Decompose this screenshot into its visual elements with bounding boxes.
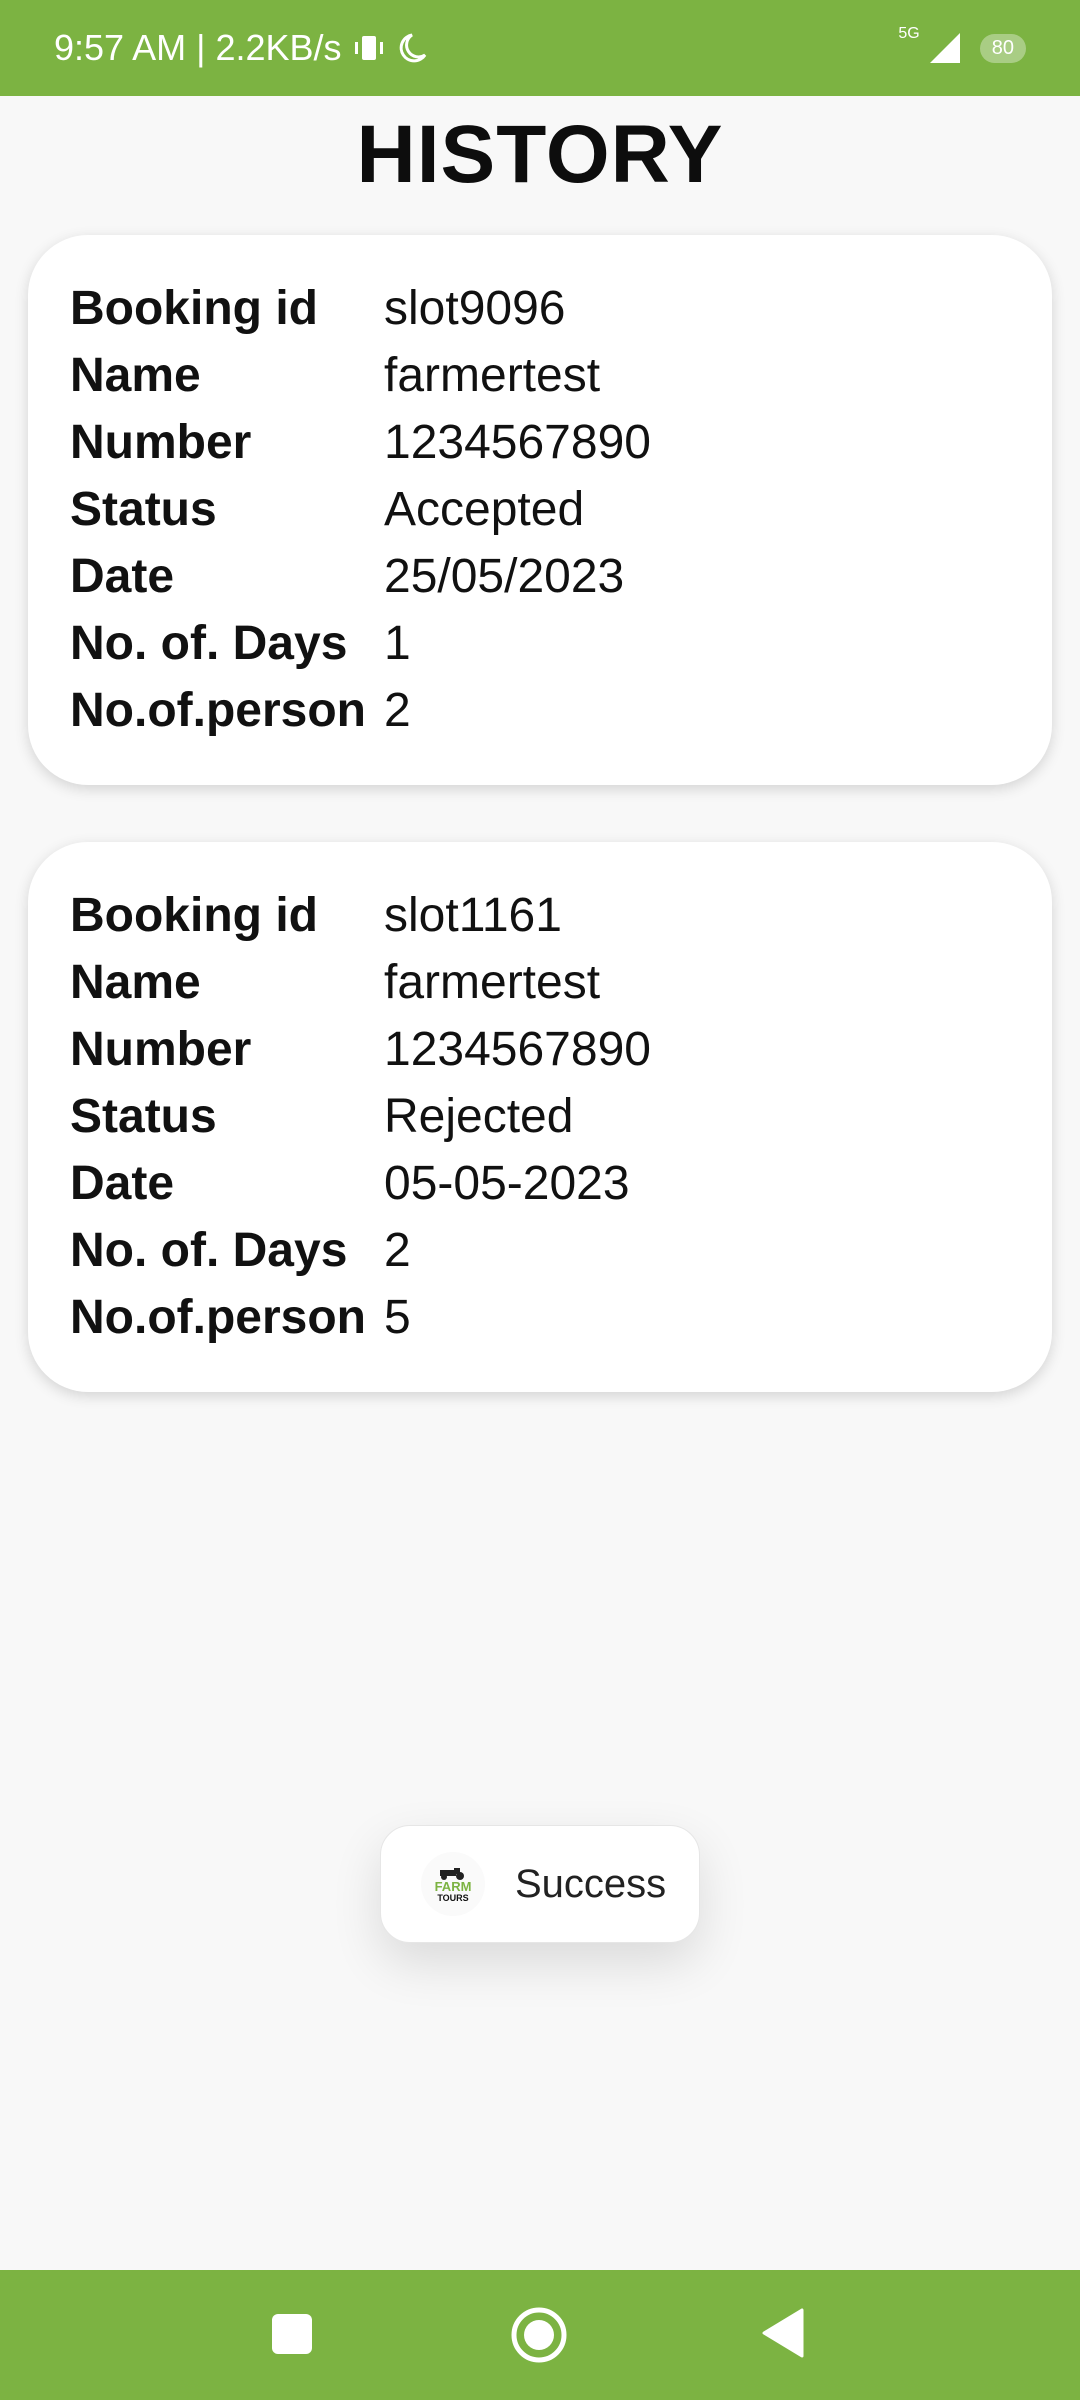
number-label: Number xyxy=(70,416,252,469)
days-row: No. of. Days 2 xyxy=(70,1217,1052,1284)
booking-id-value: slot9096 xyxy=(384,282,566,335)
days-label: No. of. Days xyxy=(70,1224,348,1277)
persons-row: No.of.person 2 xyxy=(70,677,1052,744)
toast-message: Success xyxy=(515,1861,667,1906)
status-time-speed: 9:57 AM | 2.2KB/s xyxy=(54,27,342,68)
status-value: Accepted xyxy=(384,483,585,536)
moon-icon xyxy=(396,31,428,65)
farm-tours-logo-icon: FARM TOURS xyxy=(421,1852,485,1916)
network-type: 5G xyxy=(898,25,920,42)
persons-value: 5 xyxy=(384,1291,411,1344)
persons-row: No.of.person 5 xyxy=(70,1284,1052,1351)
number-value: 1234567890 xyxy=(384,416,651,469)
date-value: 25/05/2023 xyxy=(384,550,625,603)
booking-id-row: Booking id slot9096 xyxy=(70,275,1052,342)
page-title: HISTORY xyxy=(356,109,724,200)
signal-icon xyxy=(928,31,962,65)
number-row: Number 1234567890 xyxy=(70,1016,1052,1083)
name-label: Name xyxy=(70,956,201,1009)
name-value: farmertest xyxy=(384,956,601,1009)
persons-value: 2 xyxy=(384,684,411,737)
name-label: Name xyxy=(70,349,201,402)
status-label: Status xyxy=(70,1090,217,1143)
circle-home-icon[interactable] xyxy=(510,2306,568,2364)
date-label: Date xyxy=(70,550,175,603)
booking-card: Booking id slot9096 Name farmertest Numb… xyxy=(28,235,1052,785)
date-label: Date xyxy=(70,1157,175,1210)
date-row: Date 25/05/2023 xyxy=(70,543,1052,610)
status-value: Rejected xyxy=(384,1090,574,1143)
navigation-bar xyxy=(0,2270,1080,2400)
persons-label: No.of.person xyxy=(70,684,366,737)
success-toast: FARM TOURS Success xyxy=(380,1825,700,1943)
booking-id-row: Booking id slot1161 xyxy=(70,882,1052,949)
days-label: No. of. Days xyxy=(70,617,348,670)
date-value: 05-05-2023 xyxy=(384,1157,630,1210)
name-value: farmertest xyxy=(384,349,601,402)
logo-text-farm: FARM xyxy=(434,1878,472,1894)
square-recents-icon[interactable] xyxy=(270,2312,314,2356)
status-row: Status Rejected xyxy=(70,1083,1052,1150)
booking-id-label: Booking id xyxy=(70,282,318,335)
status-bar: 9:57 AM | 2.2KB/s 5G 80 xyxy=(0,0,1080,96)
days-row: No. of. Days 1 xyxy=(70,610,1052,677)
status-label: Status xyxy=(70,483,217,536)
date-row: Date 05-05-2023 xyxy=(70,1150,1052,1217)
vibrate-icon xyxy=(352,31,386,65)
days-value: 1 xyxy=(384,617,411,670)
triangle-back-icon[interactable] xyxy=(760,2308,804,2358)
number-value: 1234567890 xyxy=(384,1023,651,1076)
booking-id-value: slot1161 xyxy=(384,889,562,942)
booking-id-label: Booking id xyxy=(70,889,318,942)
name-row: Name farmertest xyxy=(70,342,1052,409)
days-value: 2 xyxy=(384,1224,411,1277)
booking-card: Booking id slot1161 Name farmertest Numb… xyxy=(28,842,1052,1392)
number-label: Number xyxy=(70,1023,252,1076)
logo-text-tours: TOURS xyxy=(437,1892,469,1903)
persons-label: No.of.person xyxy=(70,1291,366,1344)
number-row: Number 1234567890 xyxy=(70,409,1052,476)
name-row: Name farmertest xyxy=(70,949,1052,1016)
status-row: Status Accepted xyxy=(70,476,1052,543)
battery-indicator: 80 xyxy=(979,33,1026,63)
